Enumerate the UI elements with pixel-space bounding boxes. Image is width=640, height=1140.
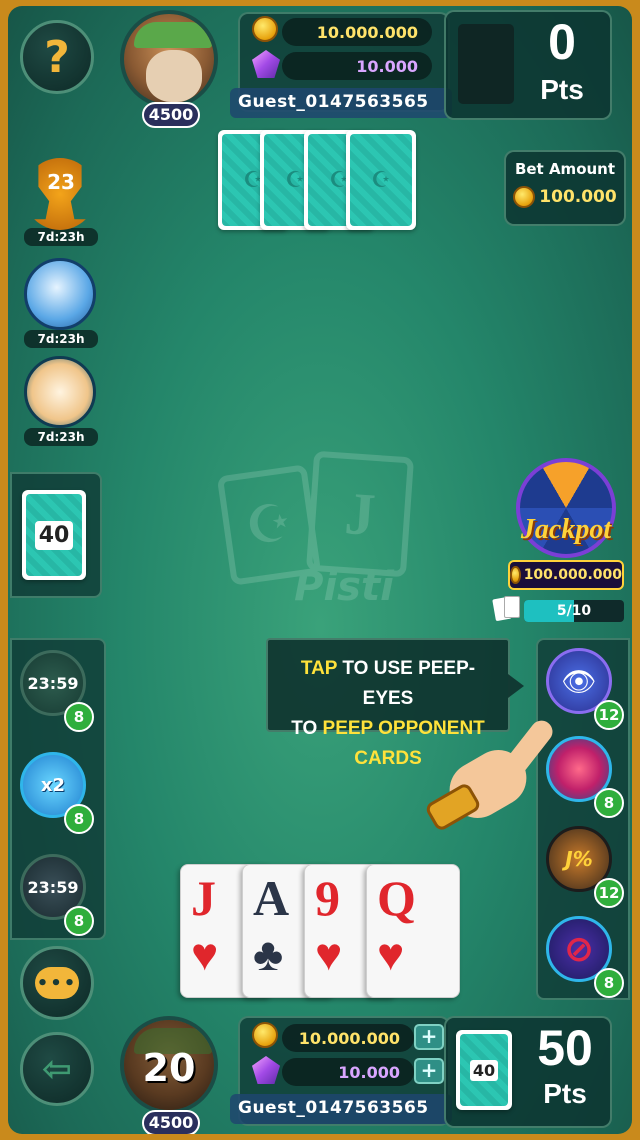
mini-cards-icon bbox=[492, 596, 524, 624]
coin-booster[interactable]: 23:59 8 bbox=[20, 854, 94, 936]
pointing-hand-icon bbox=[423, 706, 568, 836]
opponent-name: Guest_0147563565 bbox=[238, 92, 429, 112]
calendar-event[interactable]: 7d:23h bbox=[24, 356, 98, 446]
booster-label: x2 bbox=[40, 774, 66, 796]
event-timer: 7d:23h bbox=[24, 330, 98, 348]
tooltip-text: TO USE PEEP-EYES bbox=[337, 658, 476, 709]
opponent-card: ☪ bbox=[346, 130, 416, 230]
exit-button[interactable]: ⇦ bbox=[20, 1032, 94, 1106]
pisti-logo: ☪ J Pisti bbox=[204, 450, 484, 620]
deck-pile: 40 bbox=[22, 490, 86, 580]
booster-count: 8 bbox=[594, 968, 624, 998]
deck-count: 40 bbox=[34, 520, 74, 550]
event-timer: 7d:23h bbox=[24, 428, 98, 446]
tooltip-arrow bbox=[508, 674, 524, 698]
calendar-icon bbox=[24, 356, 96, 428]
card-rank: Q bbox=[377, 870, 416, 926]
player-coins: 10.000.000 bbox=[282, 1024, 414, 1052]
booster-label: J% bbox=[565, 847, 593, 871]
dog-face-shape bbox=[146, 50, 202, 102]
opponent-points: 0 bbox=[548, 14, 576, 70]
peep-eye-booster[interactable]: 👁 12 bbox=[546, 648, 624, 730]
shark-event[interactable]: 7d:23h bbox=[24, 258, 98, 348]
booster-count: 8 bbox=[64, 804, 94, 834]
opponent-avatar[interactable] bbox=[120, 10, 218, 108]
logo-text: Pisti bbox=[294, 564, 394, 610]
jackpot-progress-text: 5/10 bbox=[556, 603, 592, 619]
bet-amount-panel: Bet Amount 100.000 bbox=[504, 150, 626, 226]
chat-button[interactable]: ••• bbox=[20, 946, 94, 1020]
star-x2-booster[interactable]: x2 8 bbox=[20, 752, 94, 834]
coin-icon bbox=[252, 1022, 278, 1048]
add-gems-button[interactable]: + bbox=[414, 1058, 444, 1084]
help-button[interactable]: ? bbox=[20, 20, 94, 94]
player-points: 50 bbox=[537, 1020, 593, 1076]
help-icon: ? bbox=[44, 31, 70, 83]
no-bet-booster[interactable]: ⊘ 8 bbox=[546, 916, 624, 998]
booster-count: 8 bbox=[64, 906, 94, 936]
opponent-level-badge: 4500 bbox=[142, 102, 200, 128]
add-coins-button[interactable]: + bbox=[414, 1024, 444, 1050]
booster-count: 8 bbox=[594, 788, 624, 818]
trophy-value: 23 bbox=[47, 170, 75, 194]
player-captured-pile: 40 bbox=[456, 1030, 512, 1110]
player-gems: 10.000 bbox=[282, 1058, 414, 1086]
jackpot-progress-bar: 5/10 bbox=[524, 600, 624, 622]
booster-timer: 23:59 bbox=[27, 877, 79, 897]
player-captured-count: 40 bbox=[469, 1059, 499, 1081]
opponent-gems: 10.000 bbox=[282, 52, 432, 80]
jackpot-title: Jackpot bbox=[520, 514, 612, 545]
jackpot-widget[interactable]: Jackpot 100.000.000 bbox=[504, 458, 628, 606]
player-avatar[interactable]: 20 bbox=[120, 1016, 218, 1114]
bet-amount-value: 100.000 bbox=[539, 187, 617, 207]
refresh-booster[interactable]: 23:59 8 bbox=[20, 650, 94, 732]
hat-shape bbox=[134, 22, 212, 48]
j-card-shape: J bbox=[305, 450, 415, 578]
opponent-coins: 10.000.000 bbox=[282, 18, 432, 46]
event-timer: 7d:23h bbox=[24, 228, 98, 246]
card-suit: ♥ bbox=[377, 929, 405, 980]
trophy-event[interactable]: 23 7d:23h bbox=[24, 158, 98, 246]
player-level-badge: 4500 bbox=[142, 1110, 200, 1134]
exit-icon: ⇦ bbox=[41, 1048, 73, 1090]
tooltip-highlight: TAP bbox=[300, 658, 338, 679]
booster-count: 12 bbox=[594, 878, 624, 908]
player-points-label: Pts bbox=[543, 1078, 587, 1109]
player-turn-timer: 20 bbox=[142, 1046, 196, 1090]
tooltip-text: TO bbox=[291, 718, 323, 739]
coin-icon bbox=[510, 566, 521, 584]
game-table: ? 4500 10.000.000 10.000 Guest_014756356… bbox=[8, 6, 632, 1134]
shark-icon bbox=[24, 258, 96, 330]
bet-amount-label: Bet Amount bbox=[514, 160, 616, 178]
coin-icon bbox=[252, 16, 278, 42]
booster-count: 8 bbox=[64, 702, 94, 732]
opponent-captured-pile bbox=[458, 24, 514, 104]
jackpot-amount: 100.000.000 bbox=[523, 567, 622, 583]
booster-count: 12 bbox=[594, 700, 624, 730]
hand-card[interactable]: Q ♥ bbox=[366, 864, 460, 998]
player-name: Guest_0147563565 bbox=[238, 1098, 429, 1118]
booster-timer: 23:59 bbox=[27, 673, 79, 693]
coin-icon bbox=[513, 186, 536, 208]
opponent-points-label: Pts bbox=[540, 74, 584, 105]
trophy-icon bbox=[24, 158, 96, 230]
crescent-icon: ☪ bbox=[350, 134, 412, 226]
chat-icon: ••• bbox=[35, 967, 79, 999]
